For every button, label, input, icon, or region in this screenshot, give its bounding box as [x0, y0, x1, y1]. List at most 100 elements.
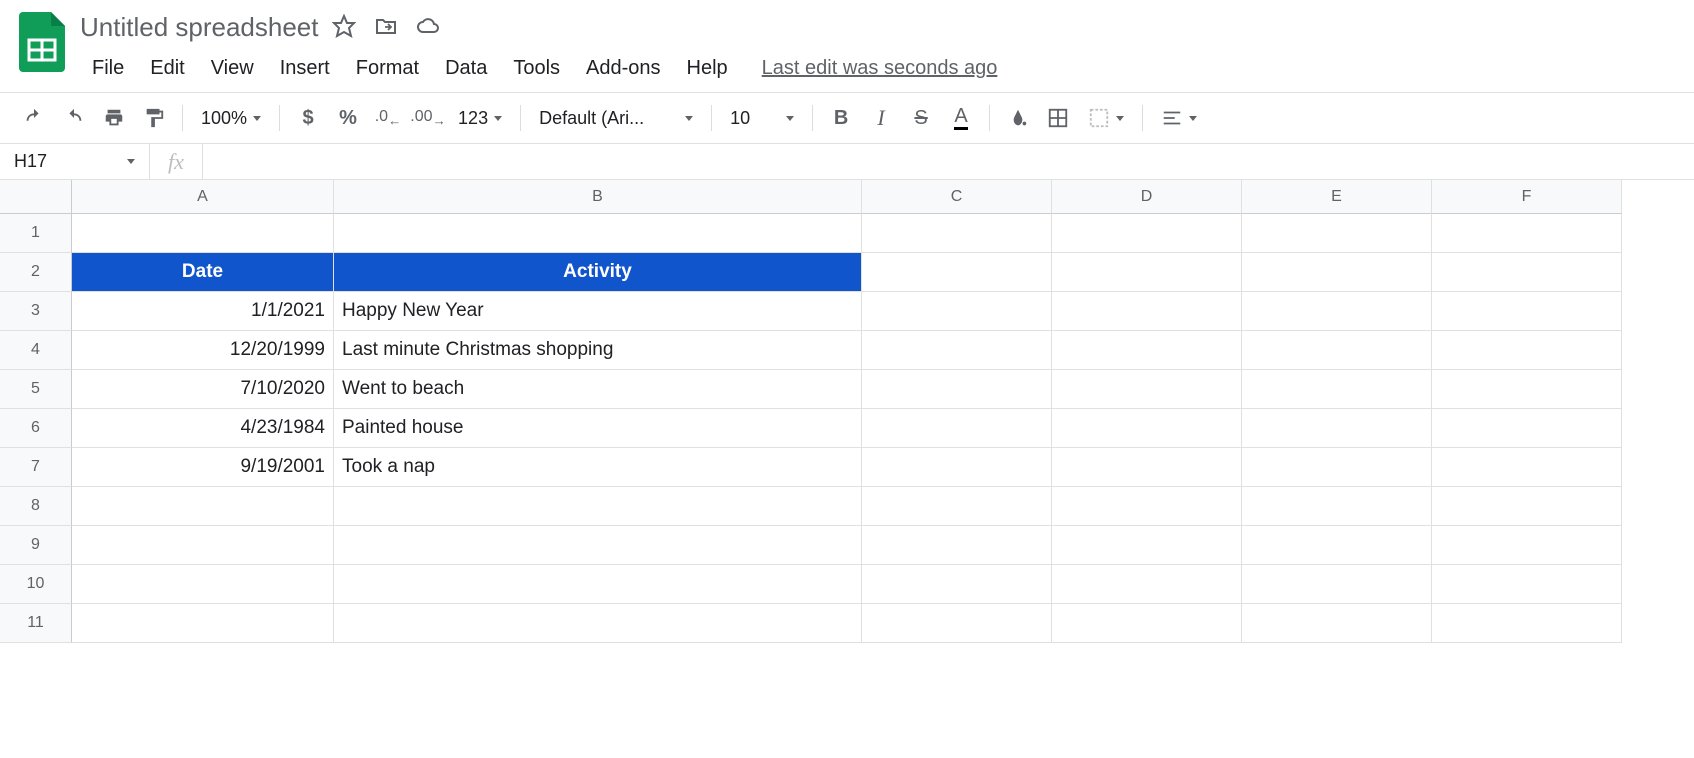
cell[interactable] — [1242, 487, 1432, 526]
cell[interactable] — [1052, 526, 1242, 565]
cell[interactable] — [1242, 565, 1432, 604]
strikethrough-button[interactable]: S — [903, 100, 939, 136]
row-header[interactable]: 7 — [0, 448, 72, 487]
cell[interactable] — [1432, 604, 1622, 643]
zoom-dropdown[interactable]: 100% — [193, 108, 269, 129]
row-header[interactable]: 5 — [0, 370, 72, 409]
menu-file[interactable]: File — [80, 53, 136, 84]
decrease-decimal-button[interactable]: .0← — [370, 100, 406, 136]
cell[interactable]: Painted house — [334, 409, 862, 448]
column-header[interactable]: E — [1242, 180, 1432, 214]
percent-button[interactable]: % — [330, 100, 366, 136]
cell[interactable] — [862, 409, 1052, 448]
cell[interactable] — [1242, 253, 1432, 292]
cell[interactable] — [862, 526, 1052, 565]
cell[interactable] — [1432, 214, 1622, 253]
cell[interactable] — [1052, 448, 1242, 487]
cell[interactable]: Activity — [334, 253, 862, 292]
cell[interactable]: 9/19/2001 — [72, 448, 334, 487]
cell[interactable] — [1242, 214, 1432, 253]
column-header[interactable]: B — [334, 180, 862, 214]
row-header[interactable]: 3 — [0, 292, 72, 331]
cell[interactable] — [72, 214, 334, 253]
cell[interactable] — [1432, 292, 1622, 331]
cloud-status-icon[interactable] — [416, 14, 440, 41]
star-icon[interactable] — [332, 14, 356, 41]
cell[interactable] — [1052, 253, 1242, 292]
cell[interactable] — [1242, 409, 1432, 448]
cell[interactable] — [334, 526, 862, 565]
cell[interactable] — [1242, 448, 1432, 487]
menu-tools[interactable]: Tools — [501, 53, 572, 84]
undo-button[interactable] — [16, 100, 52, 136]
cell[interactable] — [1432, 331, 1622, 370]
currency-button[interactable]: $ — [290, 100, 326, 136]
column-header[interactable]: A — [72, 180, 334, 214]
cell[interactable] — [862, 487, 1052, 526]
font-size-dropdown[interactable]: 10 — [722, 108, 802, 129]
cell[interactable] — [72, 565, 334, 604]
cell[interactable]: Last minute Christmas shopping — [334, 331, 862, 370]
cell[interactable] — [1432, 370, 1622, 409]
row-header[interactable]: 2 — [0, 253, 72, 292]
menu-view[interactable]: View — [199, 53, 266, 84]
cell[interactable] — [1052, 487, 1242, 526]
menu-format[interactable]: Format — [344, 53, 431, 84]
row-header[interactable]: 6 — [0, 409, 72, 448]
column-header[interactable]: F — [1432, 180, 1622, 214]
cell[interactable] — [1052, 409, 1242, 448]
cell[interactable] — [1242, 370, 1432, 409]
fill-color-button[interactable] — [1000, 100, 1036, 136]
cell[interactable] — [1432, 448, 1622, 487]
cell[interactable] — [1432, 526, 1622, 565]
cell[interactable] — [334, 565, 862, 604]
column-header[interactable]: C — [862, 180, 1052, 214]
more-formats-dropdown[interactable]: 123 — [450, 108, 510, 129]
cell[interactable]: Took a nap — [334, 448, 862, 487]
move-folder-icon[interactable] — [374, 14, 398, 41]
select-all-corner[interactable] — [0, 180, 72, 214]
cell[interactable] — [334, 604, 862, 643]
row-header[interactable]: 4 — [0, 331, 72, 370]
cell[interactable]: 1/1/2021 — [72, 292, 334, 331]
cell[interactable] — [334, 487, 862, 526]
cell[interactable] — [1242, 604, 1432, 643]
cell[interactable] — [862, 214, 1052, 253]
cell[interactable] — [1242, 292, 1432, 331]
borders-button[interactable] — [1040, 100, 1076, 136]
cell[interactable]: Date — [72, 253, 334, 292]
horizontal-align-dropdown[interactable] — [1153, 107, 1205, 129]
cell[interactable] — [1432, 409, 1622, 448]
formula-input[interactable] — [203, 144, 1694, 179]
menu-help[interactable]: Help — [675, 53, 740, 84]
row-header[interactable]: 10 — [0, 565, 72, 604]
cell[interactable] — [1432, 565, 1622, 604]
name-box[interactable]: H17 — [0, 144, 150, 179]
cell[interactable] — [862, 253, 1052, 292]
row-header[interactable]: 9 — [0, 526, 72, 565]
cell[interactable] — [334, 214, 862, 253]
print-button[interactable] — [96, 100, 132, 136]
cell[interactable] — [1052, 292, 1242, 331]
redo-button[interactable] — [56, 100, 92, 136]
cell[interactable] — [1242, 331, 1432, 370]
cell[interactable] — [1052, 214, 1242, 253]
cell[interactable]: 12/20/1999 — [72, 331, 334, 370]
cell[interactable] — [1052, 565, 1242, 604]
cell[interactable] — [72, 487, 334, 526]
cell[interactable]: 7/10/2020 — [72, 370, 334, 409]
cell[interactable] — [1432, 253, 1622, 292]
cell[interactable] — [862, 448, 1052, 487]
increase-decimal-button[interactable]: .00→ — [410, 100, 446, 136]
row-header[interactable]: 1 — [0, 214, 72, 253]
cell[interactable] — [862, 604, 1052, 643]
cell[interactable] — [72, 526, 334, 565]
cell[interactable] — [862, 370, 1052, 409]
cell[interactable]: Happy New Year — [334, 292, 862, 331]
cell[interactable] — [72, 604, 334, 643]
cell[interactable]: 4/23/1984 — [72, 409, 334, 448]
menu-data[interactable]: Data — [433, 53, 499, 84]
menu-addons[interactable]: Add-ons — [574, 53, 673, 84]
row-header[interactable]: 8 — [0, 487, 72, 526]
font-family-dropdown[interactable]: Default (Ari... — [531, 108, 701, 129]
